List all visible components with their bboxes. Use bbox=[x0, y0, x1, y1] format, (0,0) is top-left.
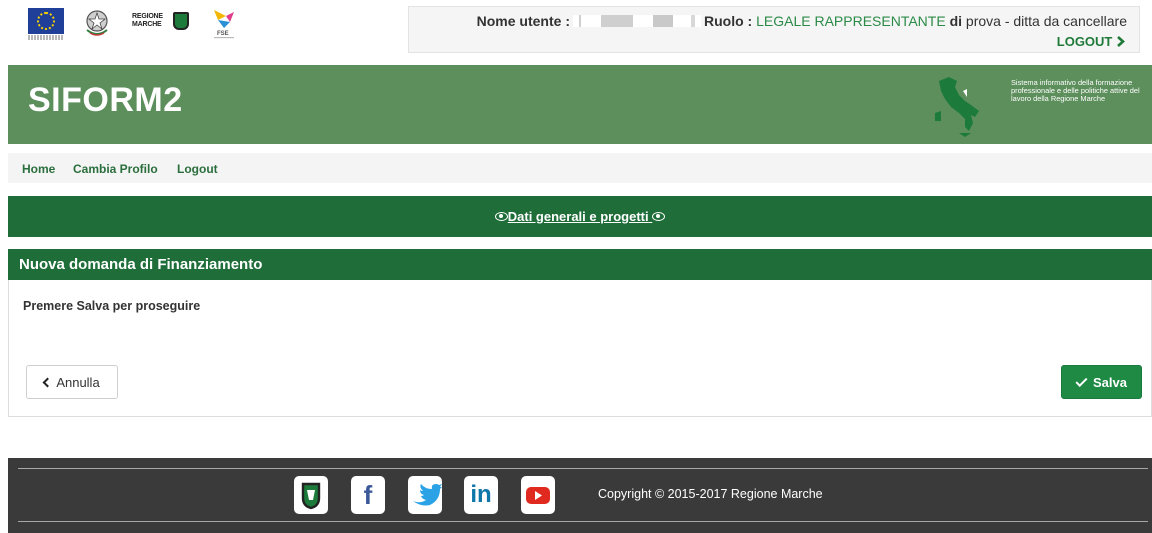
annulla-label: Annulla bbox=[56, 374, 100, 390]
twitter-icon[interactable] bbox=[408, 476, 442, 514]
dati-generali-label: Dati generali e progetti bbox=[507, 209, 649, 224]
panel-header: Nuova domanda di Finanziamento bbox=[8, 249, 1152, 280]
footer: f in Copyright © 2015-2017 Regione March… bbox=[8, 458, 1152, 533]
linkedin-icon[interactable]: in bbox=[464, 476, 498, 514]
italy-map-icon bbox=[935, 77, 979, 137]
user-info-panel: Nome utente : Ruolo : LEGALE RAPPRESENTAN… bbox=[408, 6, 1140, 53]
nav-bar: Home Cambia Profilo Logout bbox=[8, 153, 1152, 183]
username-label: Nome utente : bbox=[476, 13, 570, 29]
role-label: Ruolo : bbox=[703, 13, 753, 29]
finanziamento-panel: Nuova domanda di Finanziamento Premere S… bbox=[8, 249, 1152, 417]
nav-home-link[interactable]: Home bbox=[22, 162, 55, 176]
logout-top-link[interactable]: LOGOUT bbox=[1057, 34, 1125, 49]
chevron-right-icon bbox=[1117, 36, 1125, 47]
banner-description: Sistema informativo della formazione pro… bbox=[1011, 78, 1140, 104]
company-name: prova - ditta da cancellare bbox=[962, 13, 1127, 29]
chevron-left-icon bbox=[42, 377, 53, 387]
salva-label: Salva bbox=[1093, 374, 1127, 390]
check-icon bbox=[1075, 374, 1088, 387]
panel-title: Nuova domanda di Finanziamento bbox=[19, 256, 263, 273]
youtube-icon[interactable] bbox=[521, 476, 555, 514]
salva-button[interactable]: Salva bbox=[1061, 365, 1142, 399]
facebook-icon[interactable]: f bbox=[351, 476, 385, 514]
user-info-line: Nome utente : Ruolo : LEGALE RAPPRESENTAN… bbox=[477, 13, 1127, 29]
logout-top-label: LOGOUT bbox=[1056, 34, 1113, 49]
annulla-button[interactable]: Annulla bbox=[26, 365, 118, 399]
panel-message: Premere Salva per proseguire bbox=[23, 299, 201, 313]
svg-text:FSE: FSE bbox=[217, 31, 229, 37]
eye-icon bbox=[494, 212, 508, 221]
eye-icon-right bbox=[652, 212, 666, 221]
role-value: LEGALE RAPPRESENTANTE bbox=[756, 13, 946, 29]
eu-flag-logo bbox=[28, 8, 64, 40]
username-redacted bbox=[572, 15, 701, 27]
app-title: SIFORM2 bbox=[28, 81, 183, 119]
company-prefix: di bbox=[949, 13, 963, 29]
regione-marche-icon[interactable] bbox=[294, 476, 328, 514]
copyright-text: Copyright © 2015-2017 Regione Marche bbox=[598, 487, 823, 501]
fse-logo: FSE bbox=[214, 10, 234, 39]
footer-divider-bottom bbox=[18, 521, 1148, 522]
nav-logout-link[interactable]: Logout bbox=[177, 162, 218, 176]
footer-divider-top bbox=[18, 468, 1148, 469]
regione-marche-logo: REGIONE MARCHE bbox=[132, 10, 192, 34]
italian-republic-emblem bbox=[86, 10, 108, 36]
section-strip: Dati generali e progetti bbox=[8, 196, 1152, 237]
nav-cambia-profilo-link[interactable]: Cambia Profilo bbox=[73, 162, 158, 176]
header-banner: SIFORM2 Sistema informativo della formaz… bbox=[8, 65, 1152, 144]
dati-generali-link[interactable]: Dati generali e progetti bbox=[494, 209, 666, 224]
